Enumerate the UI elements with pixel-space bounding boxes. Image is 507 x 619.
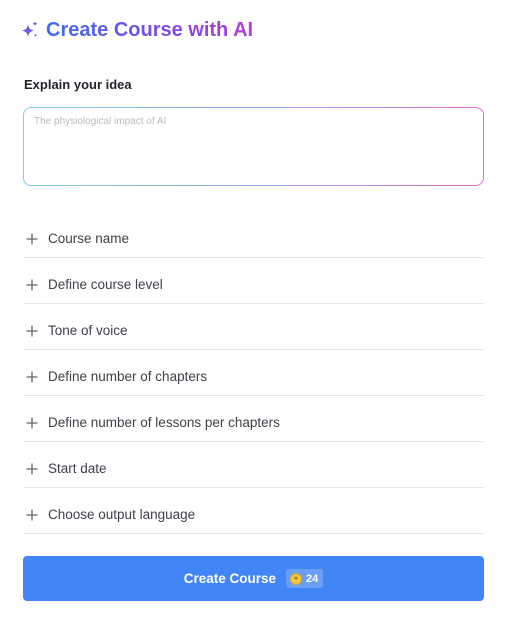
option-label: Choose output language: [48, 507, 196, 522]
credit-badge: ● 24: [286, 569, 324, 588]
option-label: Tone of voice: [48, 323, 128, 338]
plus-icon: [26, 324, 38, 337]
page-title: Create Course with AI: [46, 16, 253, 44]
credit-count: 24: [306, 572, 319, 585]
header: Create Course with AI: [21, 16, 253, 44]
option-label: Define number of lessons per chapters: [48, 415, 280, 430]
plus-icon: [26, 232, 38, 245]
option-course-level[interactable]: Define course level: [24, 258, 484, 304]
idea-field-frame: [23, 107, 484, 186]
plus-icon: [26, 416, 38, 429]
idea-input[interactable]: [34, 116, 473, 177]
option-lessons-per-chapter[interactable]: Define number of lessons per chapters: [24, 396, 484, 442]
idea-label: Explain your idea: [24, 77, 132, 92]
option-course-name[interactable]: Course name: [24, 212, 484, 258]
option-tone-of-voice[interactable]: Tone of voice: [24, 304, 484, 350]
option-output-language[interactable]: Choose output language: [24, 488, 484, 534]
create-course-label: Create Course: [183, 571, 277, 586]
plus-icon: [26, 370, 38, 383]
idea-field-inner: [24, 108, 483, 185]
plus-icon: [26, 508, 38, 521]
plus-icon: [26, 278, 38, 291]
sparkle-icon: [21, 21, 38, 38]
plus-icon: [26, 462, 38, 475]
option-label: Define course level: [48, 277, 163, 292]
option-label: Start date: [48, 461, 107, 476]
create-course-button[interactable]: Create Course ● 24: [23, 556, 484, 601]
option-label: Course name: [48, 231, 130, 246]
create-course-panel: Create Course with AI Explain your idea …: [0, 0, 507, 619]
option-number-of-chapters[interactable]: Define number of chapters: [24, 350, 484, 396]
option-start-date[interactable]: Start date: [24, 442, 484, 488]
option-label: Define number of chapters: [48, 369, 208, 384]
coin-icon: ●: [290, 572, 303, 585]
course-options-list: Course name Define course level Tone of …: [24, 212, 484, 534]
